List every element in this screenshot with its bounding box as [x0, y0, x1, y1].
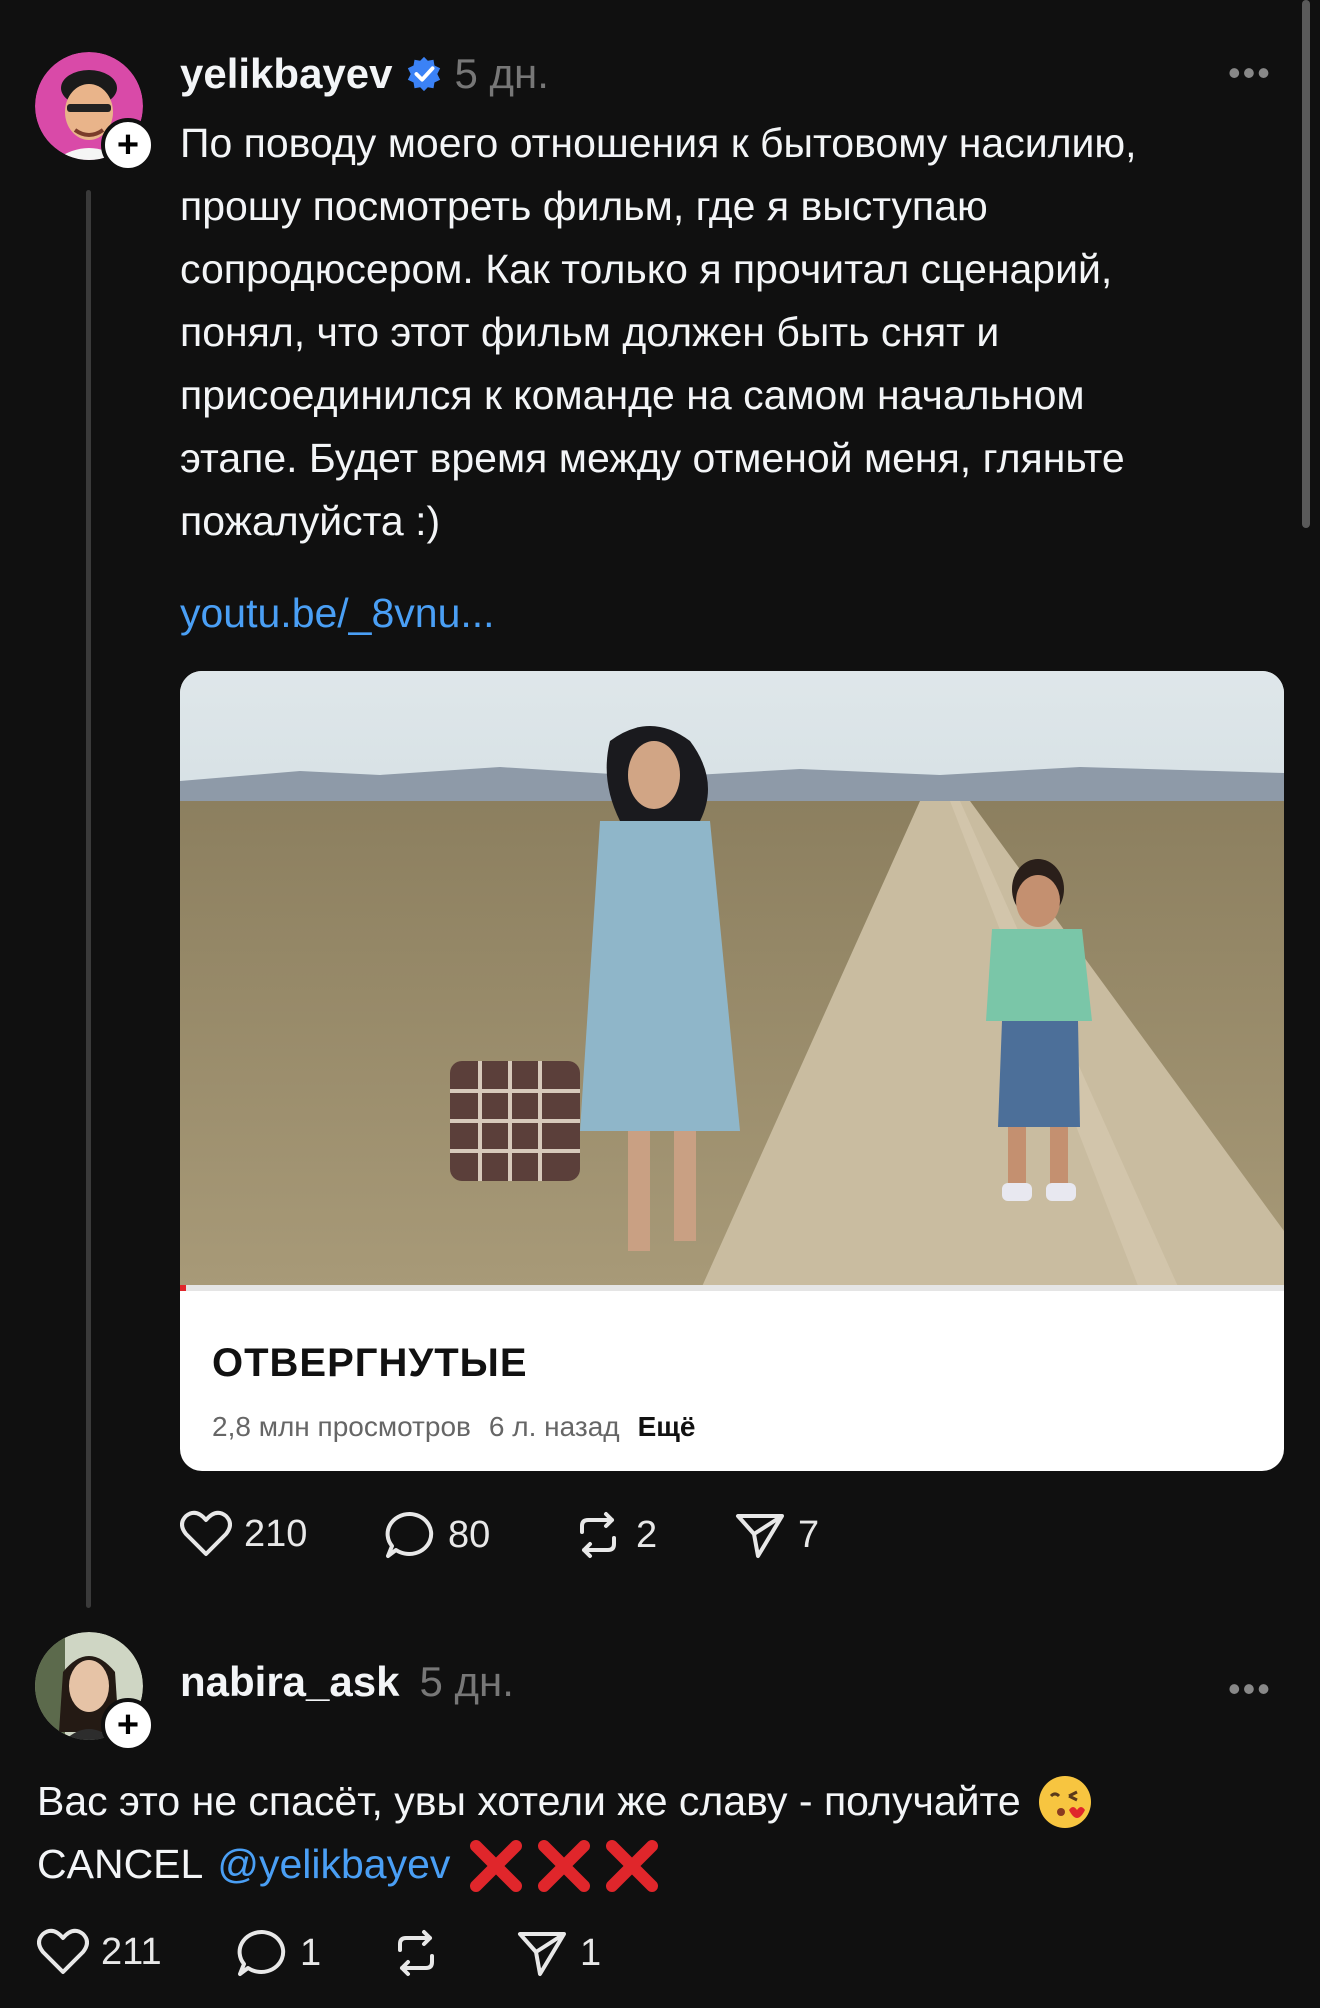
more-options-icon[interactable]: ••• — [1228, 52, 1272, 94]
repost-button[interactable] — [390, 1928, 442, 1978]
kiss-emoji-icon — [1038, 1775, 1091, 1828]
like-count: 211 — [101, 1930, 162, 1973]
reply-text-cancel: CANCEL — [37, 1841, 204, 1887]
send-icon — [518, 1932, 566, 1976]
post-header: yelikbayev 5 дн. — [180, 50, 549, 98]
scrollbar[interactable] — [1302, 0, 1310, 528]
username[interactable]: yelikbayev — [180, 50, 393, 98]
youtube-link[interactable]: youtu.be/_8vnu... — [180, 582, 495, 645]
like-count: 210 — [244, 1512, 308, 1555]
video-meta: 2,8 млн просмотров 6 л. назад Ещё — [212, 1411, 695, 1443]
post-header: nabira_ask 5 дн. — [180, 1658, 514, 1706]
comment-icon — [237, 1929, 286, 1976]
reply-text: Вас это не спасёт, увы хотели же славу -… — [37, 1770, 1297, 1896]
post-text-line: понял, что этот фильм должен быть снят и — [180, 309, 1000, 355]
video-thumbnail[interactable] — [180, 671, 1284, 1291]
video-title: ОТВЕРГНУТЫЕ — [212, 1341, 528, 1385]
comment-icon — [385, 1511, 434, 1558]
repost-count: 2 — [636, 1513, 658, 1556]
share-button[interactable]: 7 — [734, 1510, 819, 1560]
send-icon — [736, 1514, 784, 1558]
share-count: 1 — [580, 1931, 602, 1974]
reply-text-line: Вас это не спасёт, увы хотели же славу -… — [37, 1778, 1021, 1824]
verified-badge-icon — [407, 56, 440, 92]
post-text-line: сопродюсером. Как только я прочитал сцен… — [180, 246, 1113, 292]
comment-button[interactable]: 80 — [384, 1510, 490, 1560]
post-text-line: присоединился к команде на самом начальн… — [180, 372, 1085, 418]
comment-count: 80 — [448, 1513, 491, 1556]
video-age: 6 л. назад — [488, 1411, 620, 1442]
red-cross-icons — [470, 1839, 659, 1892]
post-text-line: этапе. Будет время между отменой меня, г… — [180, 435, 1125, 481]
share-button[interactable]: 1 — [516, 1928, 601, 1978]
post-time: 5 дн. — [419, 1658, 514, 1705]
more-options-icon[interactable]: ••• — [1228, 1668, 1272, 1710]
like-button[interactable]: 210 — [180, 1510, 307, 1558]
heart-icon — [37, 1928, 89, 1974]
username[interactable]: nabira_ask — [180, 1658, 399, 1706]
like-button[interactable]: 211 — [37, 1928, 162, 1976]
post-text-line: По поводу моего отношения к бытовому нас… — [180, 120, 1137, 166]
mention-link[interactable]: @yelikbayev — [217, 1833, 450, 1896]
post-text-line: прошу посмотреть фильм, где я выступаю — [180, 183, 988, 229]
link-preview-card[interactable]: ОТВЕРГНУТЫЕ 2,8 млн просмотров 6 л. наза… — [180, 671, 1284, 1471]
share-count: 7 — [798, 1513, 820, 1556]
heart-icon — [180, 1510, 232, 1556]
repost-icon — [398, 1930, 434, 1976]
comment-count: 1 — [300, 1931, 322, 1974]
repost-button[interactable]: 2 — [572, 1510, 657, 1560]
comment-button[interactable]: 1 — [236, 1928, 321, 1978]
thread-line — [86, 190, 91, 1608]
post-text: По поводу моего отношения к бытовому нас… — [180, 112, 1290, 553]
more-link[interactable]: Ещё — [638, 1411, 696, 1443]
post-time: 5 дн. — [454, 50, 549, 97]
follow-plus-icon[interactable]: + — [101, 118, 155, 172]
follow-plus-icon[interactable]: + — [101, 1698, 155, 1752]
repost-icon — [580, 1512, 616, 1558]
post-text-line: пожалуйста :) — [180, 498, 441, 544]
video-views: 2,8 млн просмотров — [212, 1411, 471, 1442]
